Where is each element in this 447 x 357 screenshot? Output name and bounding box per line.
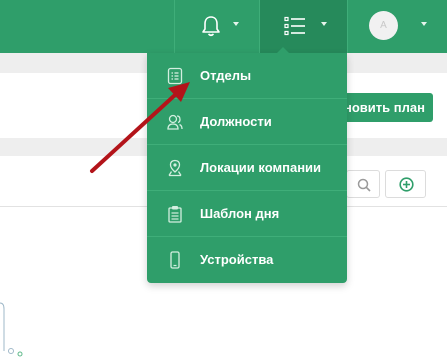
users-icon [167, 114, 183, 130]
mobile-device-icon [170, 251, 180, 269]
search-button[interactable] [346, 170, 380, 198]
menu-item-label: Шаблон дня [200, 206, 280, 221]
avatar: A [369, 11, 398, 40]
menu-item-label: Должности [200, 114, 272, 129]
bell-icon [202, 16, 220, 37]
top-navigation-bar: A [0, 0, 447, 53]
menu-item-label: Отделы [200, 68, 252, 83]
plus-circle-icon [399, 177, 414, 192]
chevron-down-icon [321, 22, 327, 26]
chevron-down-icon [233, 22, 239, 26]
settings-menu-button[interactable] [259, 0, 347, 53]
chevron-down-icon [421, 22, 427, 26]
search-icon [357, 178, 371, 192]
settings-dropdown-menu: Отделы Должности Локации компании Шаблон… [147, 47, 347, 283]
menu-item-positions[interactable]: Должности [147, 99, 347, 145]
location-pin-icon [168, 159, 182, 177]
menu-item-departments[interactable]: Отделы [147, 53, 347, 99]
illustration-fragment [0, 302, 23, 357]
user-menu-button[interactable]: A [347, 0, 447, 53]
menu-item-label: Локации компании [200, 160, 322, 175]
list-icon [284, 16, 305, 36]
document-list-icon [167, 67, 183, 85]
menu-item-devices[interactable]: Устройства [147, 237, 347, 283]
clipboard-icon [168, 206, 182, 223]
add-button[interactable] [385, 170, 426, 198]
menu-item-day-template[interactable]: Шаблон дня [147, 191, 347, 237]
menu-item-company-locations[interactable]: Локации компании [147, 145, 347, 191]
notifications-button[interactable] [174, 0, 259, 53]
menu-item-label: Устройства [200, 252, 274, 267]
